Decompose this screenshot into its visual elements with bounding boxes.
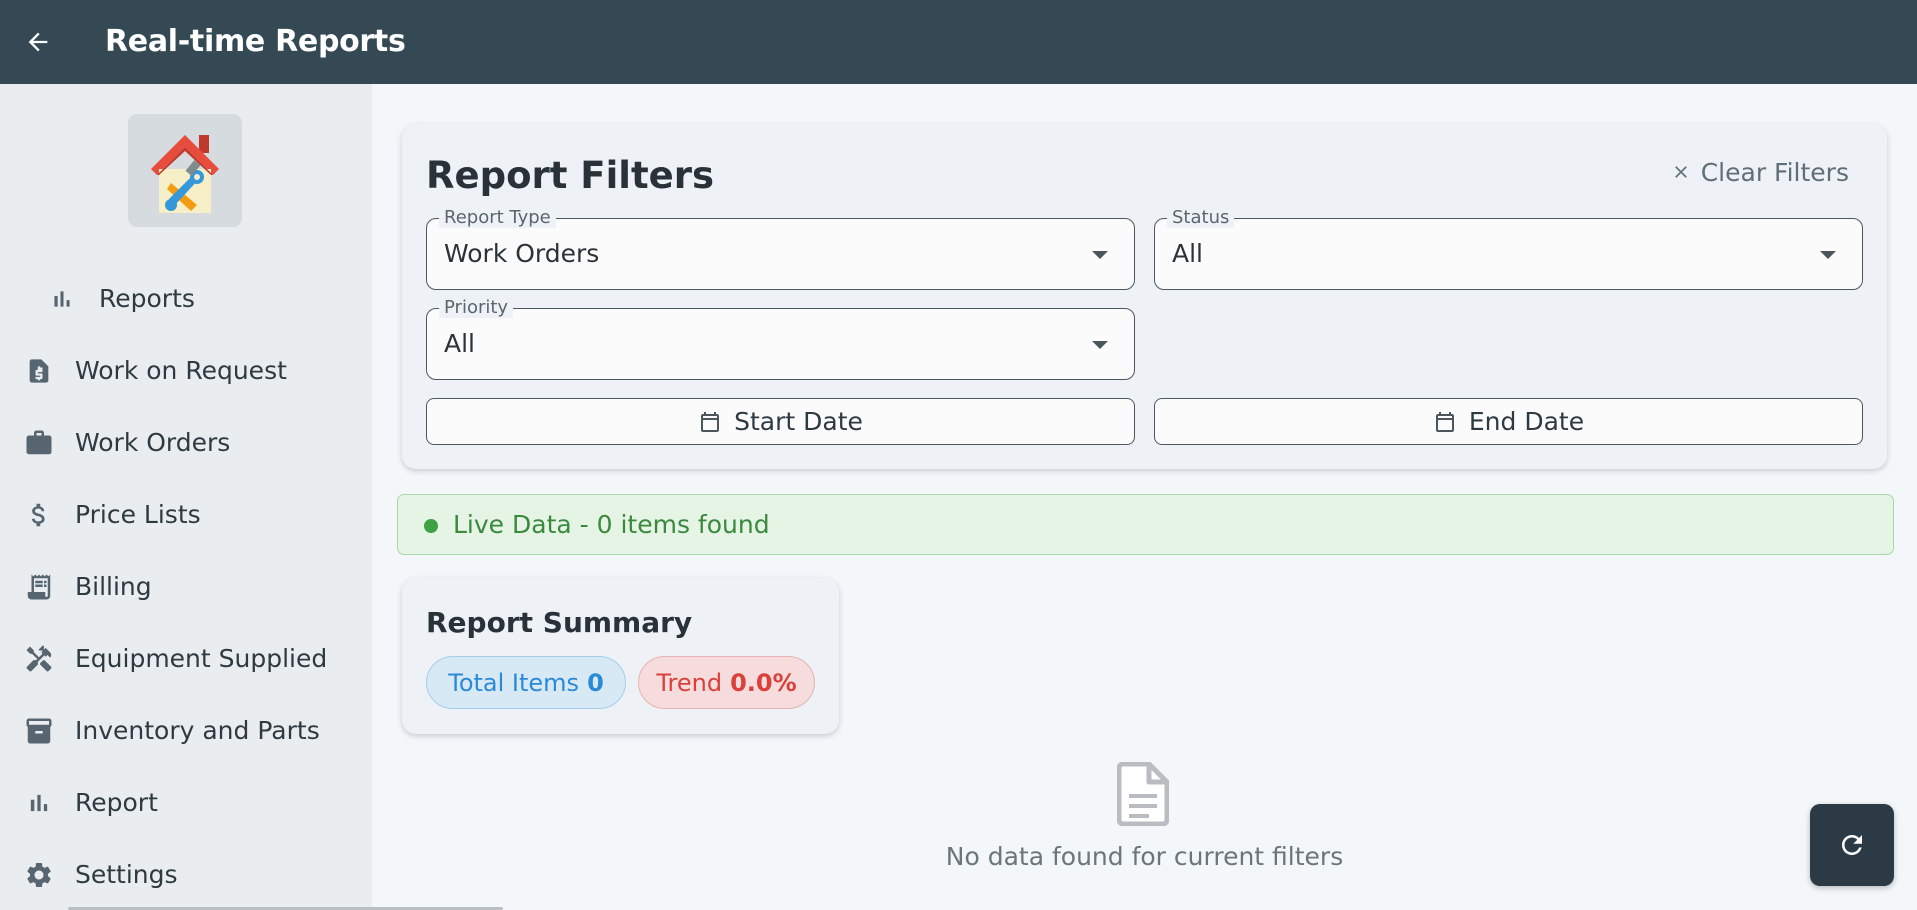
- status-value: All: [1172, 239, 1203, 268]
- dollar-icon: [22, 498, 56, 532]
- sidebar-item-inventory-and-parts[interactable]: Inventory and Parts: [0, 701, 372, 761]
- sidebar-item-label: Report: [75, 788, 158, 817]
- bar-chart-icon: [22, 786, 56, 820]
- calendar-icon: [701, 411, 720, 432]
- sidebar-item-label: Reports: [99, 284, 195, 313]
- sidebar-item-label: Settings: [75, 860, 178, 889]
- app-bar: Real-time Reports: [0, 0, 1917, 84]
- status-select[interactable]: Status All: [1154, 208, 1863, 290]
- sidebar-item-work-orders[interactable]: Work Orders: [0, 413, 372, 473]
- report-type-select[interactable]: Report Type Work Orders: [426, 208, 1135, 290]
- trend-chip: Trend 0.0%: [638, 656, 815, 709]
- trend-label: Trend: [656, 668, 723, 697]
- sidebar-item-label: Work Orders: [75, 428, 231, 457]
- sidebar-item-billing[interactable]: Billing: [0, 557, 372, 617]
- total-items-chip: Total Items 0: [426, 656, 626, 709]
- back-button[interactable]: [18, 22, 58, 62]
- clear-filters-label: Clear Filters: [1700, 157, 1849, 187]
- close-icon: [1674, 166, 1687, 178]
- priority-label: Priority: [439, 298, 514, 318]
- calendar-icon: [1435, 411, 1454, 432]
- archive-box-icon: [22, 714, 56, 748]
- report-type-value: Work Orders: [444, 239, 600, 268]
- report-filters-card: Report Filters Clear Filters Report Type…: [402, 124, 1887, 469]
- start-date-button[interactable]: Start Date: [426, 398, 1135, 445]
- sidebar-item-settings[interactable]: Settings: [0, 845, 372, 905]
- refresh-button[interactable]: [1810, 804, 1894, 886]
- empty-state-text: No data found for current filters: [945, 842, 1344, 871]
- sidebar-item-label: Price Lists: [75, 500, 201, 529]
- empty-document-icon: [1117, 762, 1169, 826]
- bar-chart-icon: [45, 282, 79, 316]
- status-label: Status: [1167, 208, 1235, 228]
- sidebar-item-report[interactable]: Report: [0, 773, 372, 833]
- report-type-label: Report Type: [439, 208, 556, 228]
- live-data-banner: Live Data - 0 items found: [397, 494, 1894, 555]
- invoice-document-icon: [22, 354, 56, 388]
- app-logo: [128, 114, 242, 227]
- sidebar-item-label: Inventory and Parts: [75, 716, 320, 745]
- gear-icon: [22, 858, 56, 892]
- sidebar-item-reports[interactable]: Reports: [0, 269, 372, 329]
- chevron-down-icon: [1092, 251, 1108, 259]
- clear-filters-button[interactable]: Clear Filters: [1671, 154, 1849, 190]
- sidebar-item-equipment-supplied[interactable]: Equipment Supplied: [0, 629, 372, 689]
- sidebar-item-label: Work on Request: [75, 356, 287, 385]
- sidebar-item-work-on-request[interactable]: Work on Request: [0, 341, 372, 401]
- briefcase-icon: [22, 426, 56, 460]
- main-content: Report Filters Clear Filters Report Type…: [372, 84, 1917, 910]
- trend-value: 0.0%: [730, 668, 797, 697]
- end-date-button[interactable]: End Date: [1154, 398, 1863, 445]
- priority-select[interactable]: Priority All: [426, 298, 1135, 380]
- total-items-label: Total Items: [448, 668, 580, 697]
- refresh-icon: [1842, 835, 1862, 855]
- summary-title: Report Summary: [426, 606, 693, 639]
- total-items-value: 0: [587, 668, 604, 697]
- arrow-left-icon: [28, 32, 48, 52]
- sidebar-item-label: Equipment Supplied: [75, 644, 328, 673]
- page-title: Real-time Reports: [105, 24, 406, 59]
- receipt-icon: [22, 570, 56, 604]
- report-summary-card: Report Summary Total Items 0 Trend 0.0%: [402, 578, 839, 734]
- priority-value: All: [444, 329, 475, 358]
- sidebar-item-price-lists[interactable]: Price Lists: [0, 485, 372, 545]
- tools-icon: [22, 642, 56, 676]
- chevron-down-icon: [1092, 341, 1108, 349]
- start-date-label: Start Date: [734, 407, 863, 436]
- sidebar: Reports Work on Request Work Orders Pric…: [0, 84, 503, 910]
- live-status-dot: [424, 519, 438, 533]
- live-data-text: Live Data - 0 items found: [453, 510, 770, 539]
- house-tools-logo-icon: [151, 134, 219, 213]
- end-date-label: End Date: [1468, 407, 1585, 436]
- sidebar-item-label: Billing: [75, 572, 152, 601]
- chevron-down-icon: [1820, 251, 1836, 259]
- filters-title: Report Filters: [426, 154, 714, 197]
